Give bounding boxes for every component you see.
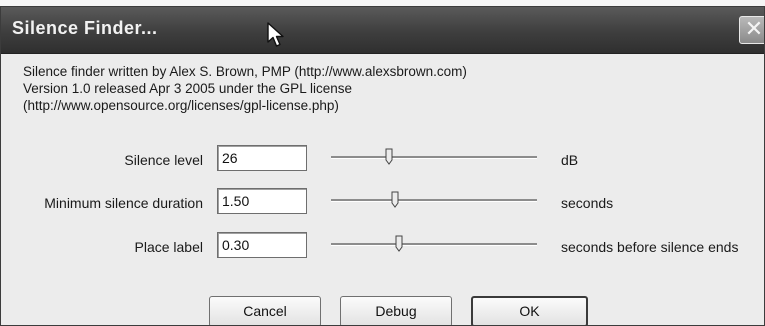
cancel-button[interactable]: Cancel (209, 296, 321, 325)
slider-thumb[interactable] (391, 191, 399, 208)
description-line: Version 1.0 released Apr 3 2005 under th… (23, 81, 352, 96)
close-icon: ✕ (744, 16, 764, 41)
slider-track (331, 156, 537, 159)
silence-level-input[interactable] (217, 145, 307, 171)
slider-track (331, 243, 537, 246)
silence-level-label: Silence level (124, 152, 203, 168)
minimum-duration-unit: seconds (561, 195, 614, 211)
place-label-slider[interactable] (331, 232, 537, 258)
description: Silence finder written by Alex S. Brown,… (23, 63, 467, 114)
slider-thumb[interactable] (395, 235, 403, 252)
minimum-duration-label: Minimum silence duration (44, 195, 203, 211)
minimum-duration-input[interactable] (217, 188, 307, 214)
ok-button[interactable]: OK (471, 296, 588, 325)
place-label-unit: seconds before silence ends (561, 239, 739, 255)
place-label-input[interactable] (217, 232, 307, 258)
silence-level-slider[interactable] (331, 145, 537, 171)
description-line: Silence finder written by Alex S. Brown,… (23, 64, 467, 79)
mouse-pointer-icon (267, 22, 284, 47)
slider-thumb[interactable] (385, 148, 393, 165)
dialog-title: Silence Finder... (12, 18, 158, 38)
place-label-label: Place label (134, 239, 204, 255)
silence-level-unit: dB (561, 152, 579, 168)
slider-track (331, 199, 537, 202)
debug-button[interactable]: Debug (340, 296, 452, 325)
description-line: (http://www.opensource.org/licenses/gpl-… (23, 98, 339, 113)
close-button[interactable]: ✕ (739, 16, 764, 44)
minimum-duration-slider[interactable] (331, 188, 537, 214)
silence-finder-dialog: Silence Finder... ✕ Silence finder writt… (0, 6, 765, 326)
title-bar[interactable]: Silence Finder... ✕ (1, 7, 764, 54)
